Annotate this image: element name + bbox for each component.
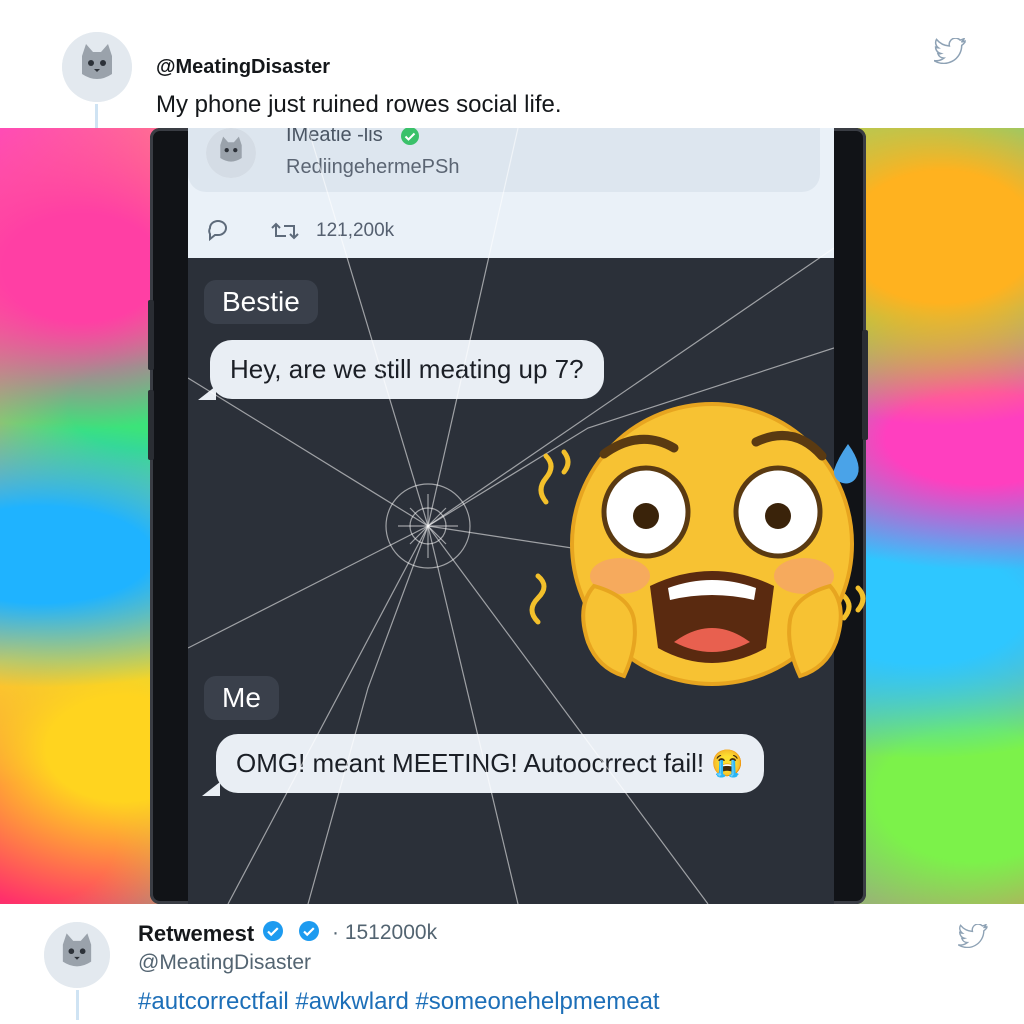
screaming-face-emoji-icon bbox=[528, 396, 868, 701]
cat-avatar-icon bbox=[44, 922, 110, 988]
original-handle[interactable]: @MeatingDisaster bbox=[138, 951, 311, 975]
verified-badge-icon bbox=[263, 921, 283, 941]
tweet-text: My phone just ruined rowes social life. bbox=[156, 91, 562, 118]
verified-badge-icon bbox=[299, 921, 319, 941]
retweet-count: · 1512000k bbox=[332, 921, 438, 944]
author-handle[interactable]: @MeatingDisaster bbox=[156, 56, 330, 79]
thread-line bbox=[95, 104, 98, 128]
retweeter-name[interactable]: Retwemest bbox=[138, 921, 254, 947]
retweeter-avatar[interactable] bbox=[44, 922, 110, 988]
phone-side-button bbox=[148, 390, 154, 460]
author-avatar[interactable] bbox=[62, 32, 132, 102]
twitter-bird-icon[interactable] bbox=[934, 38, 966, 64]
thread-line bbox=[76, 990, 79, 1020]
hashtags[interactable]: #autcorrectfail #awkwlard #someonehelpme… bbox=[138, 988, 660, 1016]
twitter-bird-icon[interactable] bbox=[958, 924, 988, 948]
cat-avatar-icon bbox=[62, 32, 132, 102]
phone-side-button bbox=[148, 300, 154, 370]
